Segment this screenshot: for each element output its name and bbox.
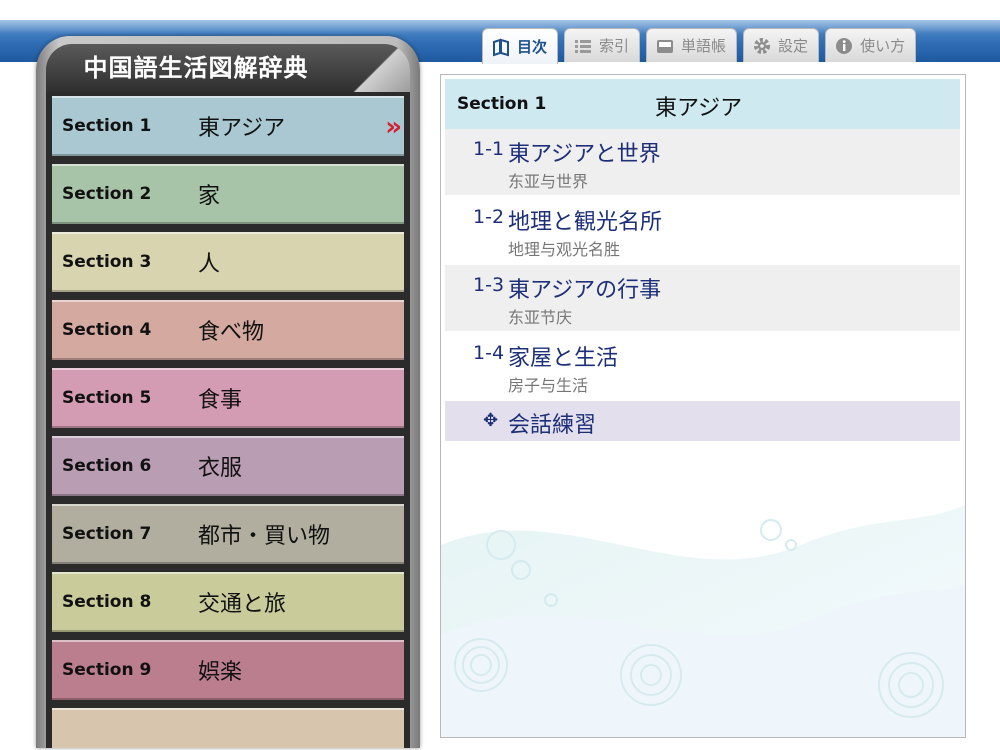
tab-settings[interactable]: 設定 bbox=[743, 28, 820, 62]
section-item-1[interactable]: Section 1 東アジア » bbox=[52, 96, 404, 156]
contents-panel: Section 1 東アジア 1-1 東アジアと世界 东亚与世界 1-2 地理と… bbox=[440, 74, 966, 738]
section-label: Section 7 bbox=[62, 524, 152, 544]
chapter-title: 地理と観光名所 bbox=[508, 210, 663, 235]
cross-arrows-icon: ✥ bbox=[483, 410, 499, 431]
chapter-item-1-4[interactable]: 1-4 家屋と生活 房子与生活 bbox=[445, 333, 960, 399]
chapter-title: 東アジアの行事 bbox=[508, 278, 662, 303]
section-title: 家 bbox=[198, 184, 221, 209]
tab-help[interactable]: 使い方 bbox=[825, 28, 917, 62]
section-item-2[interactable]: Section 2 家 bbox=[52, 164, 404, 224]
section-item-10[interactable] bbox=[52, 708, 404, 748]
tab-contents[interactable]: 目次 bbox=[482, 28, 559, 64]
section-label: Section 3 bbox=[62, 252, 152, 272]
practice-label: 会話練習 bbox=[508, 413, 597, 438]
app-title: 中国語生活図解辞典 bbox=[83, 54, 309, 82]
tab-index[interactable]: 索引 bbox=[564, 28, 641, 62]
chapter-subtitle: 房子与生活 bbox=[508, 376, 589, 395]
section-label: Section 6 bbox=[62, 456, 152, 476]
section-item-8[interactable]: Section 8 交通と旅 bbox=[52, 572, 404, 632]
chapter-subtitle: 东亚节庆 bbox=[508, 308, 573, 327]
section-title: 東アジア bbox=[198, 116, 286, 141]
section-item-4[interactable]: Section 4 食べ物 bbox=[52, 300, 404, 360]
page-curl-decoration bbox=[348, 44, 410, 92]
chapter-item-1-2[interactable]: 1-2 地理と観光名所 地理与观光名胜 bbox=[445, 197, 960, 263]
section-item-6[interactable]: Section 6 衣服 bbox=[52, 436, 404, 496]
chapter-subtitle: 东亚与世界 bbox=[508, 172, 589, 191]
tab-bar: 目次 索引 単語帳 設定 使い方 bbox=[482, 28, 917, 64]
tab-label: 目次 bbox=[517, 38, 548, 56]
chapter-number: 1-1 bbox=[473, 138, 505, 160]
section-label: Section 8 bbox=[62, 592, 152, 612]
section-header-label: Section 1 bbox=[457, 94, 547, 114]
section-title: 娯楽 bbox=[198, 660, 243, 685]
section-title: 食べ物 bbox=[198, 320, 265, 345]
info-icon bbox=[834, 36, 854, 56]
section-label: Section 4 bbox=[62, 320, 152, 340]
chevron-right-icon: » bbox=[385, 112, 402, 142]
tab-vocabulary[interactable]: 単語帳 bbox=[646, 28, 738, 62]
section-label: Section 9 bbox=[62, 660, 152, 680]
section-item-7[interactable]: Section 7 都市・買い物 bbox=[52, 504, 404, 564]
section-item-9[interactable]: Section 9 娯楽 bbox=[52, 640, 404, 700]
gear-icon bbox=[752, 36, 772, 56]
chapter-number: 1-2 bbox=[473, 206, 505, 228]
tab-label: 単語帳 bbox=[681, 37, 727, 55]
chapter-title: 家屋と生活 bbox=[508, 346, 619, 371]
section-label: Section 1 bbox=[62, 116, 152, 136]
list-icon bbox=[573, 36, 593, 56]
chapter-number: 1-4 bbox=[473, 342, 505, 364]
book-open-icon bbox=[491, 37, 511, 57]
section-title: 交通と旅 bbox=[198, 592, 287, 617]
chapter-item-1-3[interactable]: 1-3 東アジアの行事 东亚节庆 bbox=[445, 265, 960, 331]
section-item-3[interactable]: Section 3 人 bbox=[52, 232, 404, 292]
section-header-title: 東アジア bbox=[655, 96, 743, 121]
section-label: Section 5 bbox=[62, 388, 152, 408]
section-label: Section 2 bbox=[62, 184, 152, 204]
card-box-icon bbox=[655, 36, 675, 56]
section-title: 衣服 bbox=[198, 456, 243, 481]
chapter-number: 1-3 bbox=[473, 274, 505, 296]
chapter-title: 東アジアと世界 bbox=[508, 142, 661, 167]
conversation-practice-item[interactable]: ✥ 会話練習 bbox=[445, 401, 960, 441]
tab-label: 設定 bbox=[778, 37, 809, 55]
section-title: 食事 bbox=[198, 388, 243, 413]
section-header: Section 1 東アジア bbox=[445, 79, 960, 129]
section-list: Section 1 東アジア » Section 2 家 Section 3 人… bbox=[46, 92, 410, 748]
section-item-5[interactable]: Section 5 食事 bbox=[52, 368, 404, 428]
tab-label: 索引 bbox=[599, 37, 630, 55]
section-title: 人 bbox=[198, 252, 221, 277]
tab-label: 使い方 bbox=[860, 37, 906, 55]
sidebar-header: 中国語生活図解辞典 bbox=[46, 44, 410, 92]
chapter-subtitle: 地理与观光名胜 bbox=[508, 240, 621, 259]
section-title: 都市・買い物 bbox=[198, 524, 331, 549]
chapter-item-1-1[interactable]: 1-1 東アジアと世界 东亚与世界 bbox=[445, 129, 960, 195]
